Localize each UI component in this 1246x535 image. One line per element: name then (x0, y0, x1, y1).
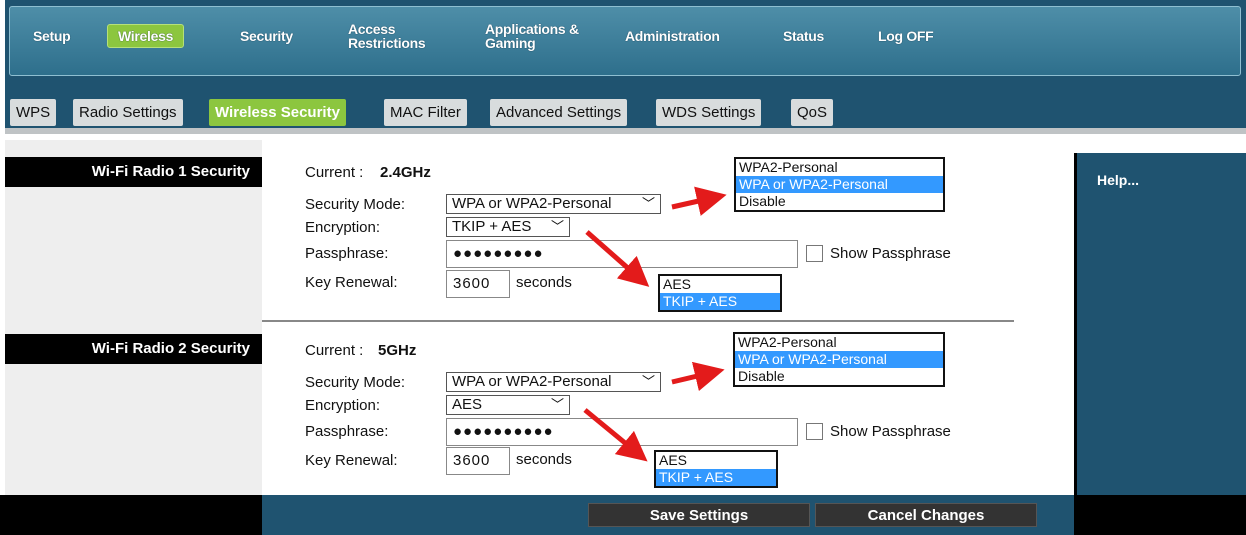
section-label-radio2: Wi-Fi Radio 2 Security (5, 334, 262, 364)
option-aes[interactable]: AES (656, 452, 776, 469)
tab-wds-settings[interactable]: WDS Settings (656, 99, 762, 126)
radio1-encryption-label: Encryption: (305, 219, 381, 236)
radio2-show-passphrase-label: Show Passphrase (830, 423, 951, 440)
option-wpa-or-wpa2-personal[interactable]: WPA or WPA2-Personal (735, 351, 943, 368)
chevron-down-icon: ﹀ (550, 397, 564, 412)
section-divider (262, 320, 1014, 322)
radio1-encryption-value: TKIP + AES (452, 218, 532, 235)
radio2-security-mode-label: Security Mode: (305, 374, 406, 391)
radio1-encryption-select[interactable]: TKIP + AES ﹀ (446, 217, 570, 237)
option-disable[interactable]: Disable (736, 193, 943, 210)
radio1-security-mode-label: Security Mode: (305, 196, 406, 213)
nav-access-restrictions[interactable]: Access Restrictions (348, 22, 448, 50)
nav-log-off[interactable]: Log OFF (878, 29, 934, 43)
radio1-key-renewal-input[interactable]: 3600 (446, 270, 510, 298)
radio2-encryption-options-popup: AES TKIP + AES (654, 450, 778, 488)
radio1-current-value: 2.4GHz (380, 164, 431, 181)
cancel-changes-button[interactable]: Cancel Changes (815, 503, 1037, 527)
option-wpa-or-wpa2-personal[interactable]: WPA or WPA2-Personal (736, 176, 943, 193)
tab-qos[interactable]: QoS (791, 99, 834, 126)
option-tkip-aes[interactable]: TKIP + AES (656, 469, 776, 486)
chevron-down-icon: ﹀ (641, 196, 655, 211)
nav-security[interactable]: Security (240, 29, 293, 43)
nav-status[interactable]: Status (783, 29, 824, 43)
radio1-show-passphrase-checkbox[interactable] (806, 245, 823, 262)
radio2-key-renewal-input[interactable]: 3600 (446, 447, 510, 475)
nav-administration[interactable]: Administration (625, 29, 720, 43)
radio1-encryption-options-popup: AES TKIP + AES (658, 274, 782, 312)
help-panel (1074, 153, 1246, 495)
nav-setup[interactable]: Setup (33, 29, 71, 43)
tab-mac-filter[interactable]: MAC Filter (384, 99, 467, 126)
radio2-passphrase-label: Passphrase: (305, 423, 389, 440)
radio2-key-renewal-unit: seconds (516, 451, 572, 468)
radio1-key-renewal-label: Key Renewal: (305, 274, 398, 291)
radio2-current-label: Current : (305, 342, 364, 359)
radio2-encryption-select[interactable]: AES ﹀ (446, 395, 570, 415)
radio2-mode-options-popup: WPA2-Personal WPA or WPA2-Personal Disab… (733, 332, 945, 387)
help-panel-border (1074, 153, 1077, 495)
radio2-encryption-value: AES (452, 396, 483, 413)
option-disable[interactable]: Disable (735, 368, 943, 385)
help-link[interactable]: Help... (1097, 172, 1139, 188)
option-wpa2-personal[interactable]: WPA2-Personal (735, 334, 943, 351)
radio1-security-mode-select[interactable]: WPA or WPA2-Personal ﹀ (446, 194, 661, 214)
radio1-mode-options-popup: WPA2-Personal WPA or WPA2-Personal Disab… (734, 157, 945, 212)
nav-wireless[interactable]: Wireless (107, 24, 185, 48)
tab-wps[interactable]: WPS (10, 99, 57, 126)
radio2-current-value: 5GHz (378, 342, 417, 359)
radio1-show-passphrase-label: Show Passphrase (830, 245, 951, 262)
tab-wireless-security[interactable]: Wireless Security (209, 99, 346, 126)
top-nav-bar (5, 0, 1246, 88)
radio1-passphrase-input[interactable]: ●●●●●●●●● (446, 240, 798, 268)
radio2-security-mode-value: WPA or WPA2-Personal (452, 373, 612, 390)
radio2-key-renewal-label: Key Renewal: (305, 452, 398, 469)
sub-nav-divider (5, 128, 1246, 134)
router-config-page: Setup Wireless Security Access Restricti… (0, 0, 1246, 535)
radio1-key-renewal-unit: seconds (516, 274, 572, 291)
save-settings-button[interactable]: Save Settings (588, 503, 810, 527)
tab-advanced-settings[interactable]: Advanced Settings (490, 99, 628, 126)
section-label-radio1: Wi-Fi Radio 1 Security (5, 157, 262, 187)
radio1-passphrase-label: Passphrase: (305, 245, 389, 262)
tab-radio-settings[interactable]: Radio Settings (73, 99, 183, 126)
radio2-security-mode-select[interactable]: WPA or WPA2-Personal ﹀ (446, 372, 661, 392)
option-aes[interactable]: AES (660, 276, 780, 293)
nav-applications-gaming[interactable]: Applications & Gaming (485, 22, 585, 50)
radio1-current-label: Current : (305, 164, 364, 181)
radio2-passphrase-input[interactable]: ●●●●●●●●●● (446, 418, 798, 446)
option-wpa2-personal[interactable]: WPA2-Personal (736, 159, 943, 176)
left-label-column (5, 140, 262, 495)
chevron-down-icon: ﹀ (550, 219, 564, 234)
radio2-encryption-label: Encryption: (305, 397, 381, 414)
option-tkip-aes[interactable]: TKIP + AES (660, 293, 780, 310)
radio2-show-passphrase-checkbox[interactable] (806, 423, 823, 440)
radio1-security-mode-value: WPA or WPA2-Personal (452, 195, 612, 212)
chevron-down-icon: ﹀ (641, 374, 655, 389)
